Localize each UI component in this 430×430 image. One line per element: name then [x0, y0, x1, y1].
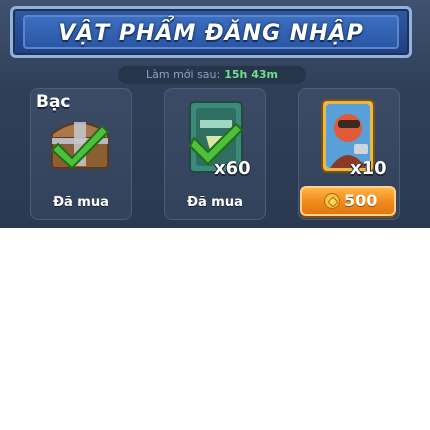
title-bar: VẬT PHẨM ĐĂNG NHẬP — [10, 6, 412, 58]
refresh-timer: Làm mới sau: 15h 43m — [118, 66, 306, 84]
login-items-panel: VẬT PHẨM ĐĂNG NHẬP Làm mới sau: 15h 43m B… — [0, 0, 430, 228]
silver-chest-icon — [50, 122, 110, 170]
gold-coin-icon — [324, 193, 340, 209]
item-quantity: x60 — [214, 158, 251, 179]
refresh-time: 15h 43m — [224, 68, 278, 81]
purchased-label: Đã mua — [53, 195, 109, 210]
purchased-label: Đã mua — [187, 195, 243, 210]
buy-button[interactable]: 500 — [300, 186, 396, 216]
page-title: VẬT PHẨM ĐĂNG NHẬP — [58, 21, 364, 46]
refresh-label: Làm mới sau: — [146, 68, 221, 81]
price-label: 500 — [344, 191, 378, 210]
item-quantity: x10 — [350, 158, 387, 179]
